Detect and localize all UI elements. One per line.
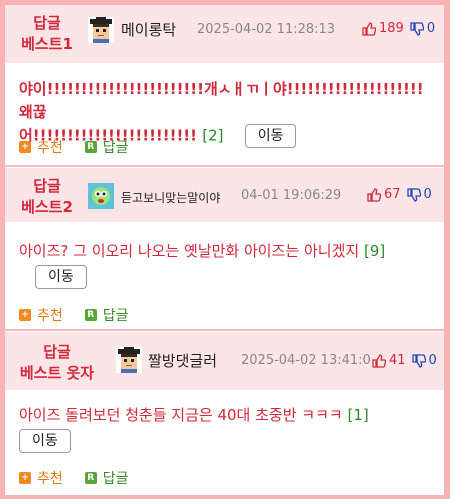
- rank-line2: 베스트 옷자: [19, 364, 95, 382]
- avatar: [88, 17, 114, 43]
- thumbs-down-icon[interactable]: [406, 187, 421, 202]
- rank-line2: 베스트1: [21, 35, 73, 53]
- rank-label: 답글 베스트2: [15, 176, 79, 218]
- rank-label: 답글 베스트1: [15, 13, 79, 55]
- move-button[interactable]: 이동: [35, 265, 87, 289]
- comment-actions: + 추천 R 답글: [19, 305, 129, 325]
- recommend-button[interactable]: + 추천: [19, 305, 63, 325]
- reply-count: [2]: [202, 126, 224, 145]
- comment-body: 아이즈? 그 이오리 나오는 옛날만화 아이즈는 아니겠지 [9] 이동: [19, 240, 434, 289]
- thumbs-down-icon[interactable]: [410, 21, 424, 36]
- recommend-label: 추천: [37, 140, 63, 156]
- plus-icon: +: [19, 141, 31, 153]
- nickname[interactable]: 메이롱탁: [121, 19, 176, 40]
- comment-card: 답글 베스트2 듣고보니맞는말이야 04-01 19:06:29 67 0 아이…: [5, 168, 444, 331]
- downvote-count: 0: [426, 21, 436, 36]
- downvote-count: 0: [423, 187, 432, 202]
- move-button[interactable]: 이동: [244, 124, 297, 148]
- reply-label: 답글: [102, 471, 129, 487]
- move-button[interactable]: 이동: [19, 429, 71, 453]
- comment-list: 답글 베스트1 메이롱탁 2025-04-02 11:28:13 189 0 야…: [5, 5, 444, 495]
- plus-icon: +: [19, 309, 31, 321]
- comment-actions: + 추천 R 답글: [19, 468, 129, 488]
- avatar: [88, 183, 114, 209]
- comment-card: 답글 베스트 옷자 짤방댓글러 2025-04-02 13:41:0 41 0 …: [5, 332, 444, 495]
- comment-card: 답글 베스트1 메이롱탁 2025-04-02 11:28:13 189 0 야…: [5, 5, 444, 167]
- comment-actions: + 추천 R 답글: [19, 137, 129, 157]
- rank-line1: 답글: [33, 14, 61, 32]
- timestamp: 2025-04-02 11:28:13: [197, 22, 336, 37]
- recommend-label: 추천: [37, 471, 63, 487]
- recommend-button[interactable]: + 추천: [19, 137, 63, 157]
- upvote-count: 189: [379, 21, 404, 36]
- comment-text-line1: 야이!!!!!!!!!!!!!!!!!!!!!!!개ㅅㅐㄲㅣ야!!!!!!!!!…: [19, 80, 424, 121]
- recommend-label: 추천: [37, 308, 63, 324]
- reply-count: [9]: [363, 242, 386, 260]
- thumbs-up-icon[interactable]: [362, 21, 376, 36]
- nickname[interactable]: 듣고보니맞는말이야: [121, 189, 220, 206]
- rank-label: 답글 베스트 옷자: [13, 342, 101, 384]
- upvote-count: 67: [384, 187, 401, 202]
- recommend-button[interactable]: + 추천: [19, 468, 63, 488]
- reply-button[interactable]: R 답글: [84, 468, 129, 488]
- rank-line2: 베스트2: [21, 198, 73, 216]
- reply-icon: R: [84, 309, 97, 321]
- rank-line1: 답글: [33, 177, 61, 195]
- vote-box: 41 0: [372, 353, 437, 368]
- plus-icon: +: [19, 472, 31, 484]
- comment-text-line1: 아이즈 돌려보던 청춘들 지금은 40대 초중반 ㅋㅋㅋ: [19, 406, 343, 424]
- thumbs-down-icon[interactable]: [411, 353, 426, 368]
- comment-text-line1: 아이즈? 그 이오리 나오는 옛날만화 아이즈는 아니겠지: [19, 242, 360, 260]
- nickname[interactable]: 짤방댓글러: [148, 350, 217, 371]
- thumbs-up-icon[interactable]: [367, 187, 381, 202]
- rank-line1: 답글: [43, 343, 71, 361]
- avatar: [116, 347, 142, 373]
- upvote-count: 41: [389, 353, 406, 368]
- comment-body: 아이즈 돌려보던 청춘들 지금은 40대 초중반 ㅋㅋㅋ [1] 이동: [19, 404, 434, 453]
- vote-box: 189 0: [362, 21, 435, 36]
- reply-label: 답글: [102, 140, 129, 156]
- reply-icon: R: [84, 472, 97, 484]
- reply-icon: R: [84, 141, 97, 153]
- downvote-count: 0: [428, 353, 437, 368]
- reply-button[interactable]: R 답글: [84, 305, 129, 325]
- reply-count: [1]: [347, 406, 369, 424]
- reply-button[interactable]: R 답글: [84, 137, 129, 157]
- timestamp: 2025-04-02 13:41:0: [241, 353, 371, 368]
- vote-box: 67 0: [367, 187, 432, 202]
- reply-label: 답글: [102, 308, 129, 324]
- thumbs-up-icon[interactable]: [372, 353, 386, 368]
- timestamp: 04-01 19:06:29: [241, 188, 342, 203]
